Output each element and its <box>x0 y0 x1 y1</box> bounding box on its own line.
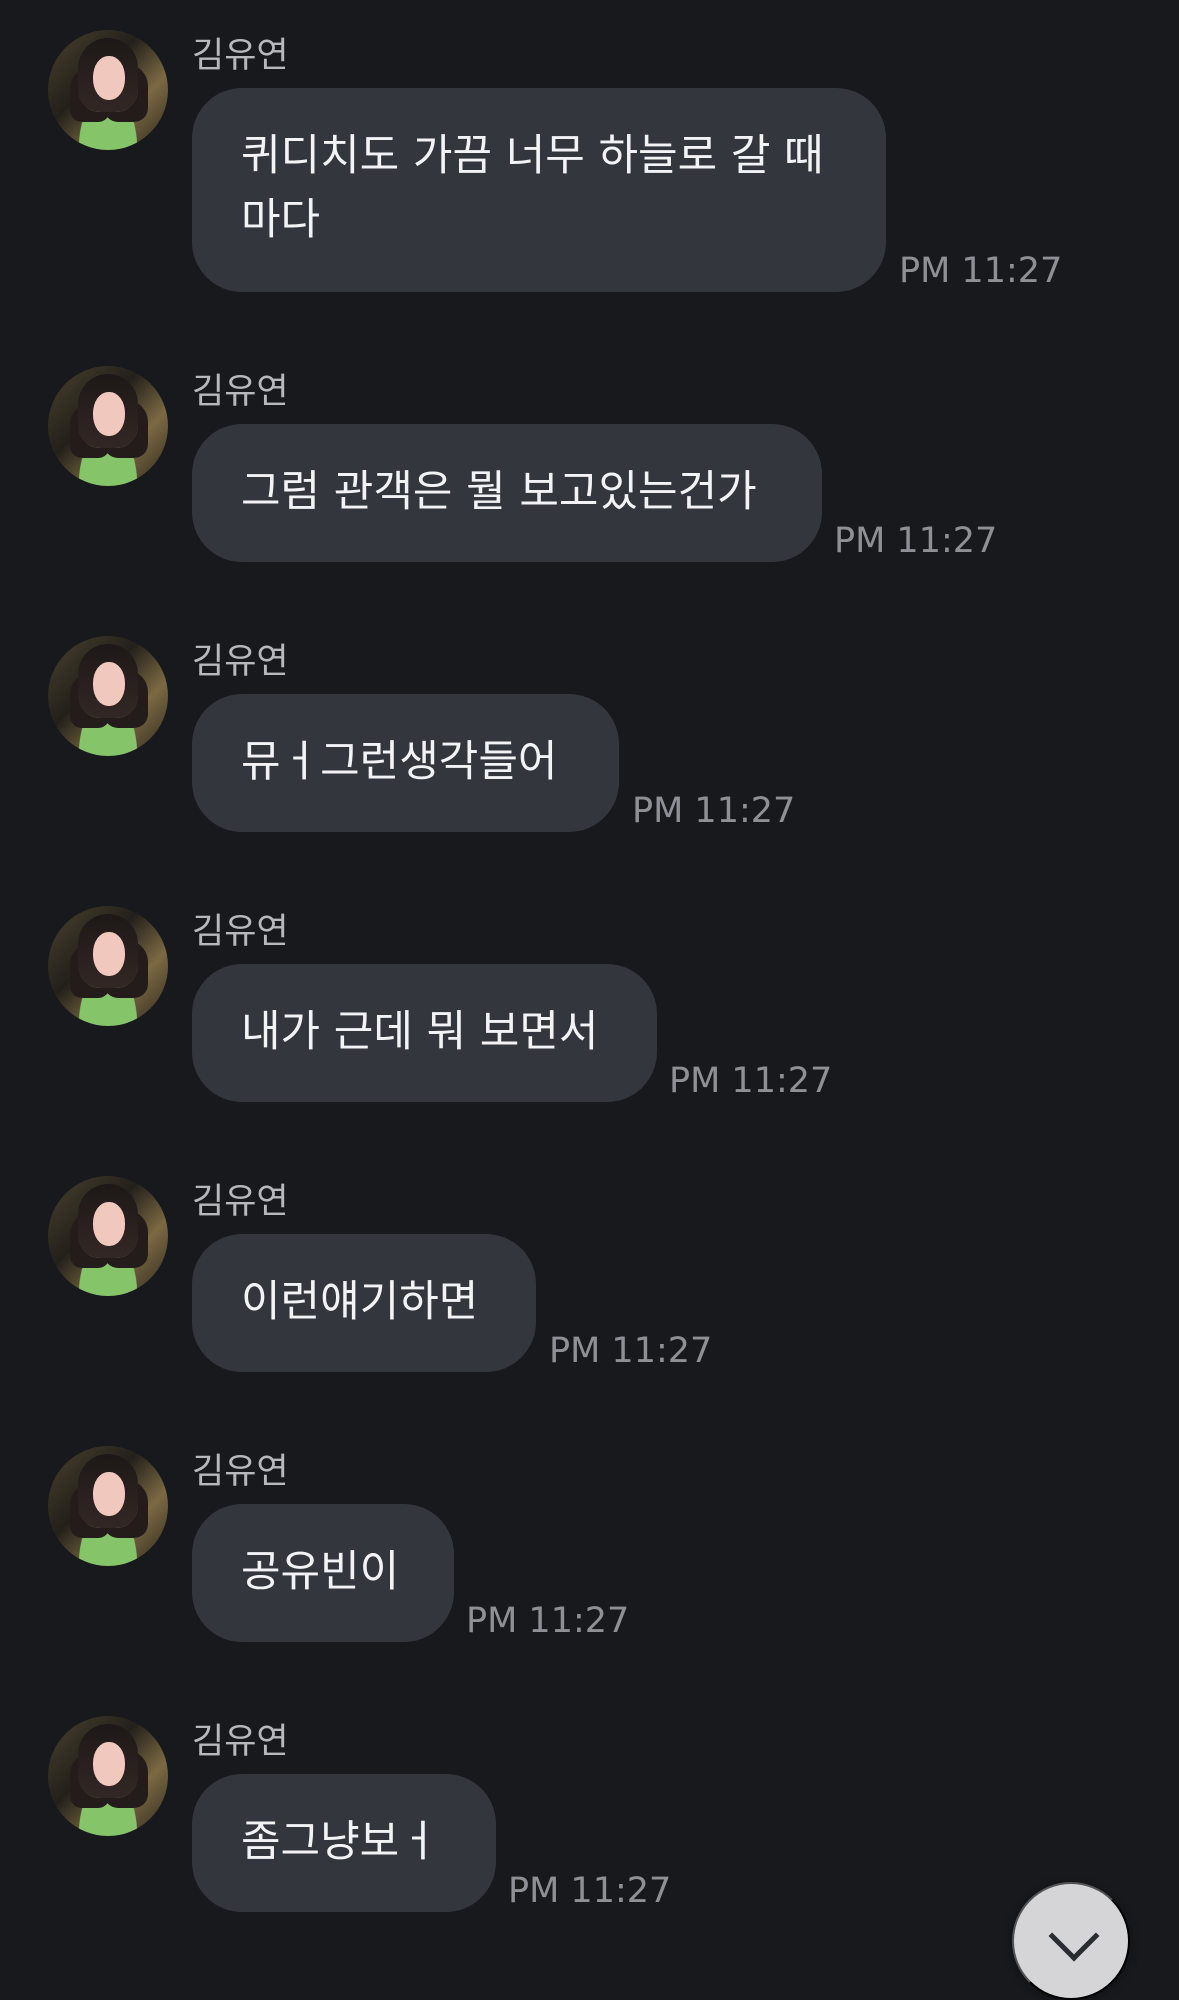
sender-avatar[interactable] <box>48 30 168 150</box>
message-time: PM 11:27 <box>669 1061 833 1101</box>
message-row: 김유연 뮤ㅓ그런생각들어 PM 11:27 <box>0 636 1179 836</box>
sender-name: 김유연 <box>192 36 289 76</box>
message-row: 김유연 공유빈이 PM 11:27 <box>0 1446 1179 1646</box>
message-bubble[interactable]: 그럼 관객은 뭘 보고있는건가 <box>192 424 822 562</box>
sender-avatar[interactable] <box>48 1176 168 1296</box>
message-time: PM 11:27 <box>834 521 998 561</box>
sender-name: 김유연 <box>192 912 289 952</box>
sender-name: 김유연 <box>192 1722 289 1762</box>
sender-name: 김유연 <box>192 372 289 412</box>
chevron-down-icon <box>1048 1910 1100 1962</box>
chat-message-list[interactable]: 김유연 퀴디치도 가끔 너무 하늘로 갈 때 마다 PM 11:27 김유연 그… <box>0 0 1179 2000</box>
sender-avatar[interactable] <box>48 906 168 1026</box>
message-time: PM 11:27 <box>899 251 1063 291</box>
scroll-to-bottom-button[interactable] <box>1012 1882 1130 2000</box>
message-bubble[interactable]: 좀그냥보ㅓ <box>192 1774 496 1912</box>
sender-avatar[interactable] <box>48 1716 168 1836</box>
message-row: 김유연 그럼 관객은 뭘 보고있는건가 PM 11:27 <box>0 366 1179 566</box>
sender-avatar[interactable] <box>48 366 168 486</box>
message-time: PM 11:27 <box>508 1871 672 1911</box>
message-bubble[interactable]: 뮤ㅓ그런생각들어 <box>192 694 619 832</box>
sender-name: 김유연 <box>192 642 289 682</box>
sender-avatar[interactable] <box>48 1446 168 1566</box>
message-row: 김유연 내가 근데 뭐 보면서 PM 11:27 <box>0 906 1179 1106</box>
message-time: PM 11:27 <box>549 1331 713 1371</box>
message-bubble[interactable]: 공유빈이 <box>192 1504 454 1642</box>
message-bubble[interactable]: 내가 근데 뭐 보면서 <box>192 964 657 1102</box>
message-row: 김유연 좀그냥보ㅓ PM 11:27 <box>0 1716 1179 1916</box>
message-row: 김유연 이런얘기하면 PM 11:27 <box>0 1176 1179 1376</box>
message-bubble[interactable]: 이런얘기하면 <box>192 1234 536 1372</box>
message-time: PM 11:27 <box>466 1601 630 1641</box>
message-bubble[interactable]: 퀴디치도 가끔 너무 하늘로 갈 때 마다 <box>192 88 886 292</box>
message-time: PM 11:27 <box>632 791 796 831</box>
sender-name: 김유연 <box>192 1182 289 1222</box>
message-row: 김유연 퀴디치도 가끔 너무 하늘로 갈 때 마다 PM 11:27 <box>0 30 1179 300</box>
sender-name: 김유연 <box>192 1452 289 1492</box>
sender-avatar[interactable] <box>48 636 168 756</box>
